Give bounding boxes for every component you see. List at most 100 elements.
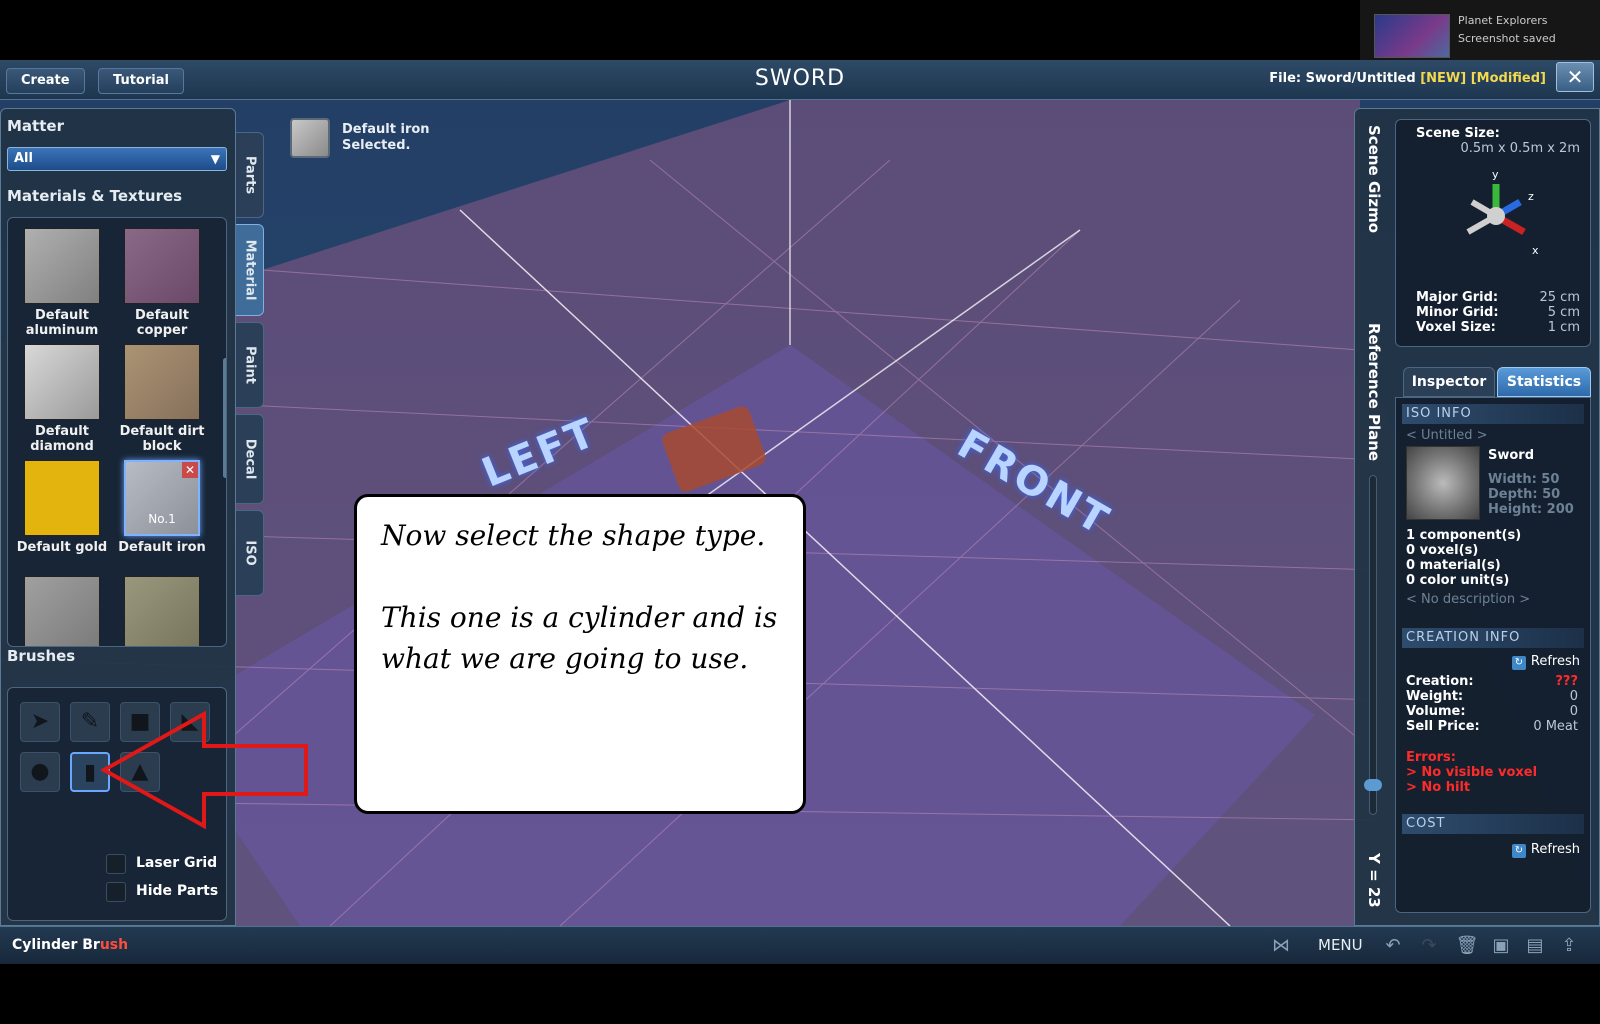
iso-depth: Depth: 50: [1488, 487, 1561, 502]
y-value-label: Y = 23: [1365, 853, 1383, 908]
scene-size-label: Scene Size:: [1416, 126, 1500, 141]
screenshot-thumbnail: [1374, 14, 1450, 58]
material-badge: No.1: [148, 512, 176, 526]
materials-scrollbar[interactable]: [223, 358, 226, 478]
iso-name: Sword: [1488, 448, 1535, 463]
voxel-size-label: Voxel Size:: [1416, 320, 1496, 335]
cost-header: COST: [1402, 814, 1584, 834]
iso-no-description: < No description >: [1406, 592, 1531, 607]
save-as-icon[interactable]: ▤: [1522, 934, 1548, 958]
material-aluminum[interactable]: Default aluminum: [12, 228, 112, 338]
tutorial-callout: Now select the shape type. This one is a…: [354, 494, 806, 814]
refresh-label: Refresh: [1530, 842, 1580, 857]
delete-icon[interactable]: 🗑: [1454, 934, 1480, 958]
material-label: Default iron: [118, 540, 206, 555]
material-gold[interactable]: Default gold: [12, 460, 112, 555]
slider-handle[interactable]: [1364, 779, 1382, 791]
creation-label: Creation:: [1406, 674, 1474, 689]
menu-button[interactable]: MENU: [1318, 936, 1363, 954]
redo-icon[interactable]: ↷: [1416, 934, 1442, 958]
volume-value: 0: [1569, 704, 1578, 719]
material-swatch: ✕ No.1: [124, 460, 200, 536]
tab-paint-label: Paint: [242, 346, 257, 384]
creation-info-header: CREATION INFO: [1402, 628, 1584, 648]
matter-title: Matter: [7, 117, 64, 135]
material-dirt-block[interactable]: Default dirt block: [112, 344, 212, 454]
error-item: > No visible voxel: [1406, 765, 1538, 780]
laser-grid-checkbox[interactable]: [106, 854, 126, 874]
chevron-down-icon: ▼: [210, 152, 220, 166]
matter-dropdown[interactable]: All ▼: [7, 147, 227, 171]
file-flag-new: [NEW]: [1420, 71, 1467, 86]
material-swatch: [124, 228, 200, 304]
material-label: Default aluminum: [25, 308, 99, 338]
top-bar: Create Tutorial SWORD File: Sword/Untitl…: [0, 60, 1600, 100]
major-grid-value: 25 cm: [1539, 290, 1581, 305]
undo-icon[interactable]: ↶: [1380, 934, 1406, 958]
tab-iso[interactable]: ISO: [236, 510, 264, 596]
sphere-brush-icon[interactable]: ●: [20, 752, 60, 792]
material-swatch: [124, 344, 200, 420]
file-flag-modified: [Modified]: [1470, 71, 1546, 86]
hide-parts-label: Hide Parts: [136, 883, 219, 899]
reference-plane-label: Reference Plane: [1365, 323, 1383, 462]
file-label: File:: [1269, 71, 1302, 86]
save-icon[interactable]: ▣: [1488, 934, 1514, 958]
axis-gizmo-icon[interactable]: y z x: [1450, 166, 1550, 256]
minor-grid-label: Minor Grid:: [1416, 305, 1499, 320]
export-icon[interactable]: ⇪: [1556, 934, 1582, 958]
scene-gizmo-panel: Scene Size: 0.5m x 0.5m x 2m y z x Major…: [1395, 119, 1591, 347]
hide-parts-checkbox[interactable]: [106, 882, 126, 902]
file-info: File: Sword/Untitled [NEW] [Modified]: [1269, 71, 1546, 86]
scene-gizmo-label: Scene Gizmo: [1365, 125, 1383, 234]
tab-parts[interactable]: Parts: [236, 132, 264, 218]
notification-title: Planet Explorers: [1458, 14, 1548, 27]
iso-width: Width: 50: [1488, 472, 1560, 487]
material-swatch: [24, 460, 100, 536]
screenshot-notification: Planet Explorers Screenshot saved: [1360, 0, 1600, 60]
bottom-bar: Cylinder Brush ⋈ MENU ↶ ↷ 🗑 ▣ ▤ ⇪: [0, 926, 1600, 964]
mirror-icon[interactable]: ⋈: [1268, 934, 1294, 958]
tab-statistics[interactable]: Statistics: [1497, 367, 1591, 397]
material-label: Default dirt block: [119, 424, 205, 454]
reference-plane-slider[interactable]: [1369, 475, 1377, 815]
axis-y-label: y: [1492, 168, 1499, 181]
right-panel: Scene Gizmo Reference Plane Y = 23 Scene…: [1354, 108, 1600, 926]
minor-grid-value: 5 cm: [1547, 305, 1580, 320]
weight-value: 0: [1569, 689, 1578, 704]
refresh-icon: ↻: [1511, 844, 1526, 858]
selected-material-line2: Selected.: [342, 138, 411, 153]
select-brush-icon[interactable]: ➤: [20, 702, 60, 742]
refresh-button[interactable]: ↻ Refresh: [1511, 654, 1580, 670]
material-iron[interactable]: ✕ No.1 Default iron: [112, 460, 212, 555]
material-item[interactable]: [112, 576, 212, 646]
close-button[interactable]: ✕: [1556, 62, 1594, 92]
scene-size-value: 0.5m x 0.5m x 2m: [1460, 141, 1580, 156]
errors-label: Errors:: [1406, 750, 1456, 765]
material-label: Default diamond: [30, 424, 94, 454]
iso-info-header: ISO INFO: [1402, 404, 1584, 424]
status-text-main: Cylinder Br: [12, 937, 100, 953]
cost-refresh-button[interactable]: ↻ Refresh: [1511, 842, 1580, 858]
statistics-panel: ISO INFO < Untitled > Sword Width: 50 De…: [1395, 397, 1591, 913]
status-text-highlight: ush: [99, 937, 129, 953]
laser-grid-label: Laser Grid: [136, 855, 218, 871]
iso-voxels: 0 voxel(s): [1406, 543, 1479, 558]
tab-material-label: Material: [242, 239, 257, 301]
close-icon[interactable]: ✕: [182, 462, 198, 478]
material-swatch: [24, 344, 100, 420]
notification-message: Screenshot saved: [1458, 32, 1556, 45]
material-item[interactable]: [12, 576, 112, 646]
tab-paint[interactable]: Paint: [236, 322, 264, 408]
tab-material[interactable]: Material: [236, 224, 264, 316]
iso-untitled: < Untitled >: [1406, 428, 1488, 443]
tab-decal-label: Decal: [242, 438, 257, 480]
iso-preview-icon: [1406, 446, 1480, 520]
materials-title: Materials & Textures: [7, 187, 183, 205]
material-copper[interactable]: Default copper: [112, 228, 212, 338]
tab-iso-label: ISO: [242, 540, 257, 566]
material-diamond[interactable]: Default diamond: [12, 344, 112, 454]
tab-parts-label: Parts: [242, 155, 257, 195]
tab-decal[interactable]: Decal: [236, 414, 264, 504]
tab-inspector[interactable]: Inspector: [1403, 367, 1495, 397]
